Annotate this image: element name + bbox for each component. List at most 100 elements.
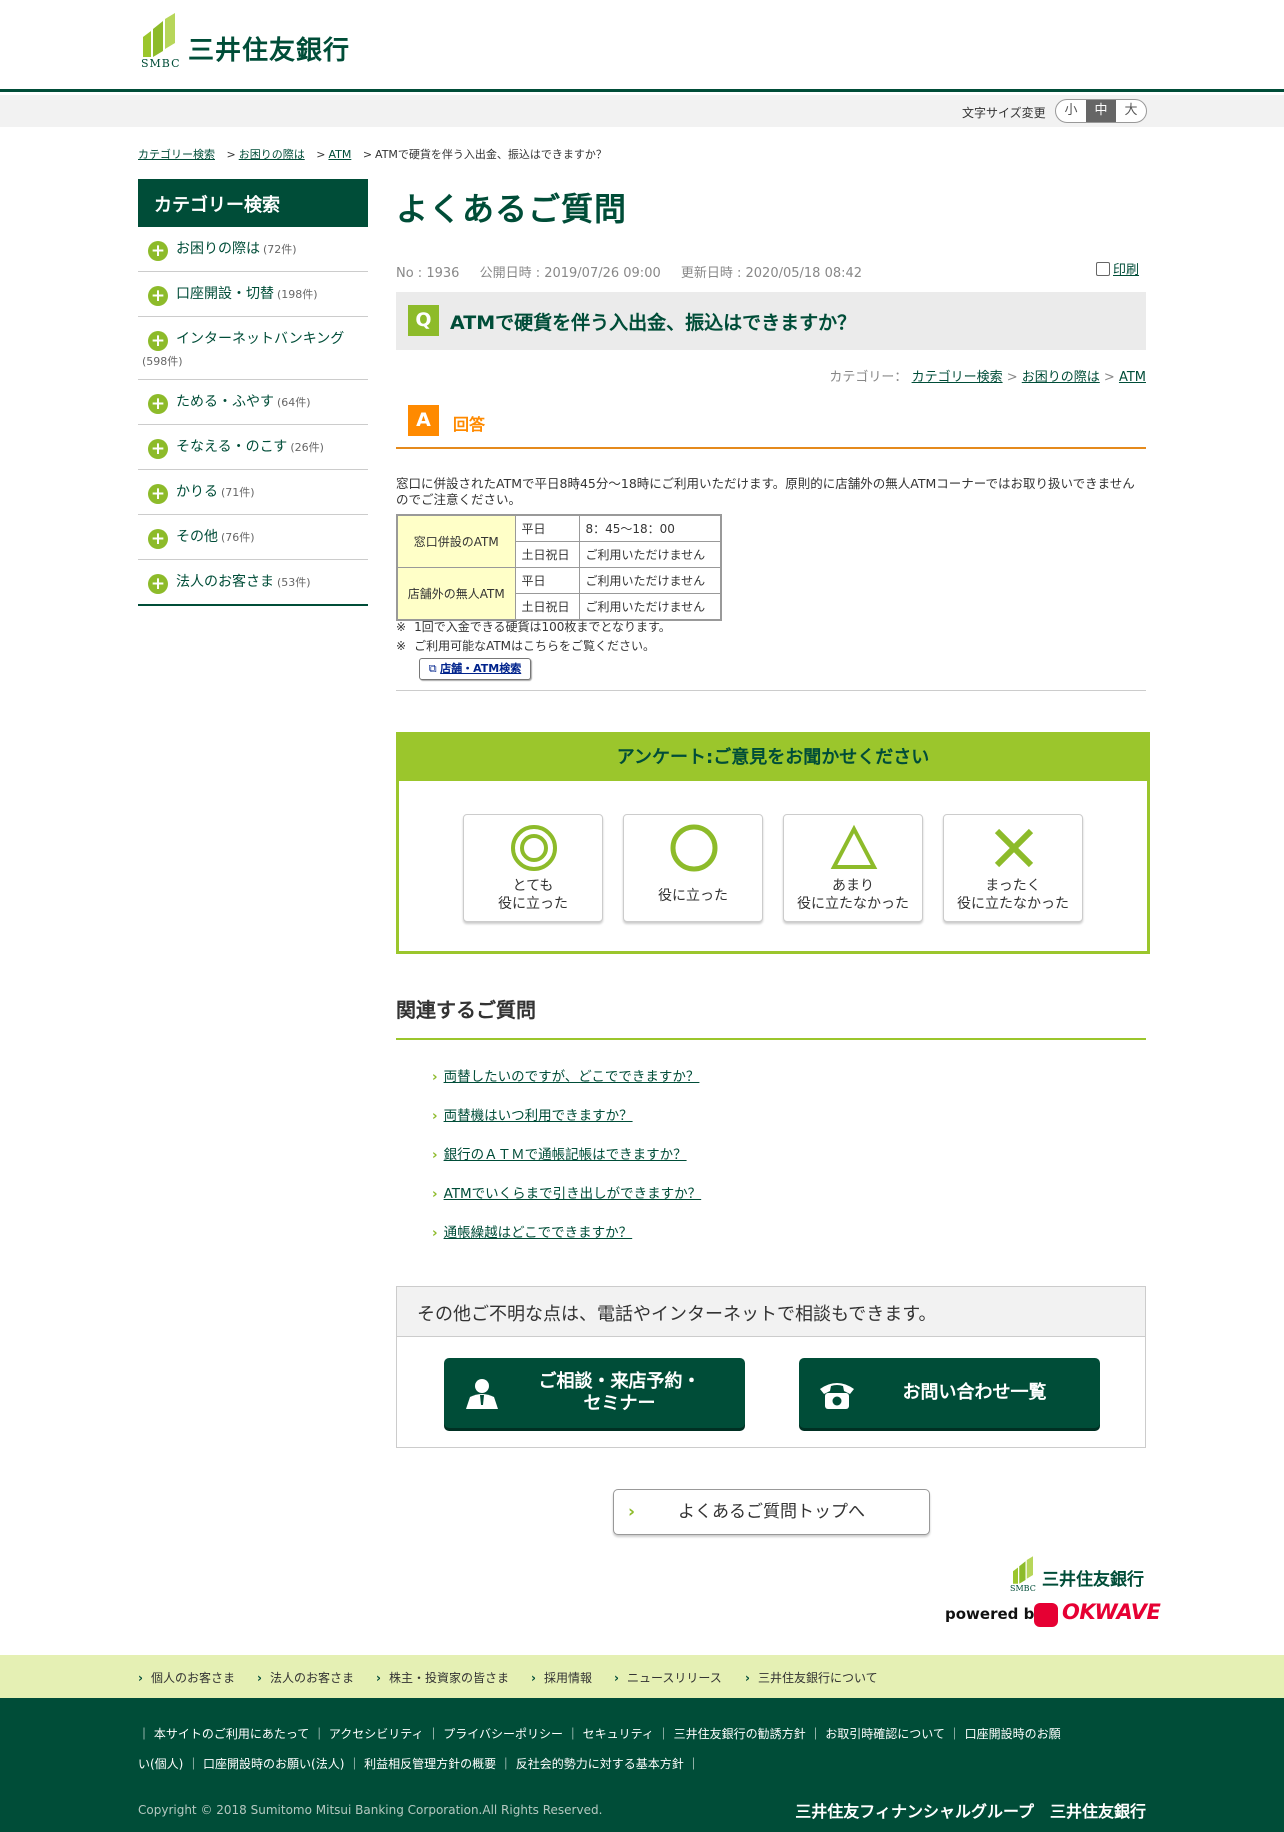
related-link[interactable]: ATMでいくらまで引き出しができますか？ [444,1186,702,1202]
category-link-search[interactable]: カテゴリー検索 [912,370,1003,385]
category-link-trouble[interactable]: お困りの際は [1022,370,1100,385]
consultation-reservation-button[interactable]: ご相談・来店予約・ セミナー [444,1358,745,1428]
related-link[interactable]: 両替機はいつ利用できますか？ [444,1108,633,1124]
footer-link[interactable]: アクセシビリティ [329,1725,424,1742]
contact-title: その他ご不明な点は、電話やインターネットで相談もできます。 [397,1287,1145,1337]
breadcrumb-link-atm[interactable]: ATM [328,148,351,161]
footer-link-separator: ｜ [809,1727,826,1741]
sidebar-item-count: (198件) [277,288,318,301]
related-link[interactable]: 両替したいのですが、どこでできますか？ [444,1069,700,1085]
font-size-medium-button[interactable]: 中 [1086,100,1116,122]
related-title: 関連するご質問 [396,998,536,1022]
related-item[interactable]: › 銀行のＡＴＭで通帳記帳はできますか？ [432,1143,687,1163]
vote-not-very-helpful-button[interactable]: あまり 役に立たなかった [783,814,923,922]
survey-title: アンケート:ご意見をお聞かせください [399,735,1147,781]
plus-icon: + [148,574,168,594]
contact-box: その他ご不明な点は、電話やインターネットで相談もできます。 ご相談・来店予約・セ… [396,1286,1146,1448]
sidebar-item-label: かりる [176,484,218,500]
smbc-logo-mark-icon[interactable] [143,13,175,57]
footer-nav-item[interactable]: › 株主・投資家の皆さま [376,1669,509,1686]
footer-link[interactable]: 口座開設時のお願い(法人) [203,1755,344,1772]
note-mark: ※ [396,639,407,653]
updated-date: 更新日時 : 2020/05/18 08:42 [680,266,863,281]
sidebar-item-count: (53件) [277,576,311,589]
contact-list-label: お問い合わせ一覧 [902,1382,1047,1403]
plus-icon: + [148,241,168,261]
table-cell-place: 店舗外の無人ATM [396,567,516,621]
sidebar-item-other[interactable]: + その他 (76件) [138,515,368,560]
sidebar-item-prepare[interactable]: + そなえる・のこす (26件) [138,425,368,470]
sidebar-item-count: (71件) [221,486,255,499]
table-cell-day: 土日祝日 [514,541,580,568]
sidebar-item-save[interactable]: + ためる・ふやす (64件) [138,380,368,425]
font-size-switcher: 小 中 大 [1055,99,1147,123]
store-atm-search-button[interactable]: ⧉ 店舗・ATM検索 [419,658,531,680]
sidebar-item-internet-banking[interactable]: + インターネットバンキング (598件) [138,317,368,380]
note-text: 1回で入金できる硬貨は100枚までとなります。 [414,620,671,634]
footer-nav-item[interactable]: › 三井住友銀行について [745,1669,878,1686]
footer-link[interactable]: プライバシーポリシー [443,1725,563,1742]
sidebar-item-label: ためる・ふやす [176,394,274,410]
footer-link[interactable]: 口座開設時のお願 [965,1725,1061,1742]
atm-hours-table: 窓口併設のATM 平日 8：45～18：00 土日祝日 ご利用いただけません 店… [396,514,722,621]
breadcrumb-link-category[interactable]: カテゴリー検索 [138,148,215,161]
answer-notes: ※ 1回で入金できる硬貨は100枚までとなります。 ※ ご利用可能なATMはこちらを… [396,618,671,656]
footer-link[interactable]: 反社会的勢力に対する基本方針 [516,1755,684,1772]
related-item[interactable]: › ATMでいくらまで引き出しができますか？ [432,1182,701,1202]
sidebar-item-count: (64件) [277,396,311,409]
related-item[interactable]: › 通帳繰越はどこでできますか？ [432,1221,632,1241]
vote-not-helpful-button[interactable]: まったく 役に立たなかった [943,814,1083,922]
contact-list-button[interactable]: お問い合わせ一覧 [799,1358,1100,1428]
table-cell-value: ご利用いただけません [578,567,722,594]
sidebar-item-trouble[interactable]: + お困りの際は (72件) [138,227,368,272]
table-cell-value: ご利用いただけません [578,593,722,621]
survey-box: アンケート:ご意見をお聞かせください とても 役に立った 役に立った あまり 役に立… [396,732,1150,954]
sidebar-title: カテゴリー検索 [138,179,368,227]
sidebar-item-corporate[interactable]: + 法人のお客さま (53件) [138,560,368,604]
chevron-right-icon: › [432,1069,438,1085]
sidebar-item-account[interactable]: + 口座開設・切替 (198件) [138,272,368,317]
related-link[interactable]: 通帳繰越はどこでできますか？ [444,1225,633,1241]
footer-link[interactable]: 三井住友銀行の勧誘方針 [674,1725,806,1742]
footer-link[interactable]: 本サイトのご利用にあたって [154,1725,309,1742]
footer-link-separator: ｜ [348,1757,365,1771]
related-item[interactable]: › 両替機はいつ利用できますか？ [432,1104,633,1124]
footer-link[interactable]: い(個人) [138,1755,183,1772]
sidebar-item-borrow[interactable]: + かりる (71件) [138,470,368,515]
consultation-label: ご相談・来店予約・ セミナー [538,1371,701,1414]
category-link-atm[interactable]: ATM [1119,370,1146,385]
vote-helpful-button[interactable]: 役に立った [623,814,763,922]
breadcrumb-link-trouble[interactable]: お困りの際は [239,148,305,161]
footer-nav-item[interactable]: › 法人のお客さま [257,1669,354,1686]
copyright: Copyright © 2018 Sumitomo Mitsui Banking… [138,1803,603,1817]
footer-link[interactable]: お取引時確認について [825,1725,945,1742]
footer-link[interactable]: 利益相反管理方針の概要 [364,1755,496,1772]
logo-name[interactable]: 三井住友銀行 [188,30,350,67]
footer-link-separator: ｜ [657,1727,674,1741]
sidebar-item-count: (26件) [290,441,324,454]
chevron-right-icon: › [628,1502,636,1522]
chevron-right-icon: › [614,1671,619,1685]
person-icon [466,1379,498,1409]
related-item[interactable]: › 両替したいのですが、どこでできますか？ [432,1065,699,1085]
print-button[interactable]: 印刷 [1096,259,1139,278]
vote-very-helpful-button[interactable]: とても 役に立った [463,814,603,922]
footer-nav-item[interactable]: › 個人のお客さま [138,1669,235,1686]
related-link[interactable]: 銀行のＡＴＭで通帳記帳はできますか？ [444,1147,687,1163]
breadcrumb: カテゴリー検索 > お困りの際は > ATM > ATMで硬貨を伴う入出金、振込はでき… [138,146,607,162]
category-prefix: カテゴリー： [829,370,908,385]
footer-link-separator: ｜ [313,1727,329,1741]
chevron-right-icon: › [745,1671,750,1685]
plus-icon: + [148,286,168,306]
external-link-icon: ⧉ [428,662,441,675]
plus-icon: + [148,331,168,351]
footer-nav-item[interactable]: › 採用情報 [531,1669,592,1686]
font-size-small-button[interactable]: 小 [1056,100,1086,122]
faq-top-button[interactable]: › よくあるご質問トップへ [613,1489,930,1535]
table-cell-place: 窓口併設のATM [396,514,516,568]
font-size-large-button[interactable]: 大 [1116,100,1146,122]
footer-link[interactable]: セキュリティ [583,1725,654,1742]
footer-nav-item[interactable]: › ニュースリリース [614,1669,722,1686]
table-cell-day: 平日 [514,567,580,594]
chevron-right-icon: › [257,1671,262,1685]
